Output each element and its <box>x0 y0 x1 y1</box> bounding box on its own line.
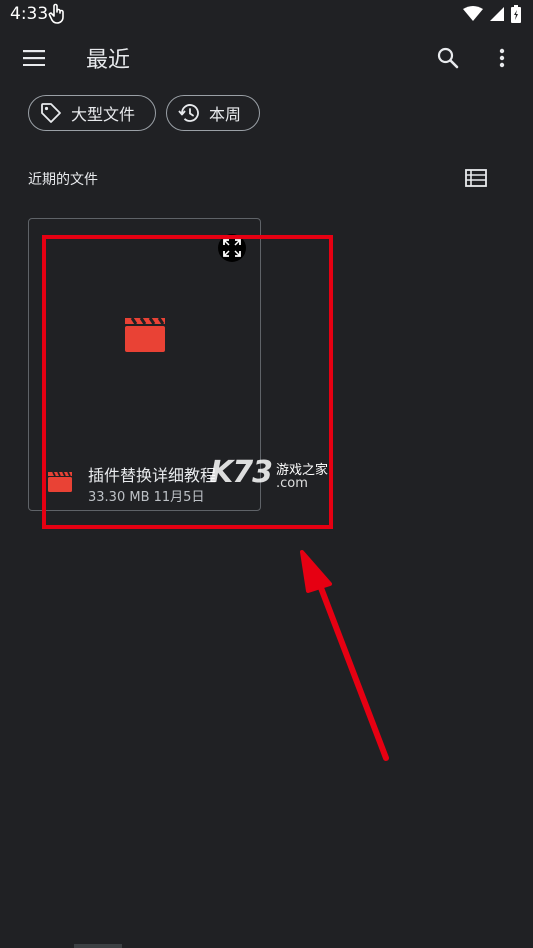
bottom-edge-marker <box>74 944 122 948</box>
annotation-arrow <box>300 550 389 761</box>
